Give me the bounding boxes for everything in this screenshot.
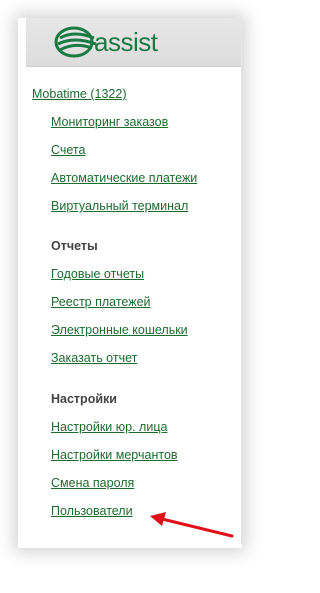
logo-text: assist [94, 26, 158, 57]
nav-annual-reports[interactable]: Годовые отчеты [51, 266, 144, 282]
logo-header: assist [26, 18, 241, 67]
red-arrow-annotation [150, 512, 234, 538]
settings-header: Настройки [51, 392, 117, 406]
nav-order-report[interactable]: Заказать отчет [51, 350, 137, 366]
nav-change-password[interactable]: Смена пароля [51, 475, 134, 491]
nav-merchant-settings[interactable]: Настройки мерчантов [51, 447, 178, 463]
nav-auto-payments[interactable]: Автоматические платежи [51, 170, 197, 186]
assist-logo[interactable]: assist [54, 22, 158, 62]
nav-users[interactable]: Пользователи [51, 503, 133, 519]
nav-invoices[interactable]: Счета [51, 142, 85, 158]
nav-virtual-terminal[interactable]: Виртуальный терминал [51, 198, 188, 214]
nav-legal-entity-settings[interactable]: Настройки юр. лица [51, 419, 167, 435]
reports-header: Отчеты [51, 239, 98, 253]
assist-logo-icon [54, 26, 97, 58]
nav-e-wallets[interactable]: Электронные кошельки [51, 322, 188, 338]
nav-payment-registry[interactable]: Реестр платежей [51, 294, 151, 310]
merchant-link[interactable]: Mobatime (1322) [32, 86, 127, 102]
nav-order-monitoring[interactable]: Мониторинг заказов [51, 114, 168, 130]
